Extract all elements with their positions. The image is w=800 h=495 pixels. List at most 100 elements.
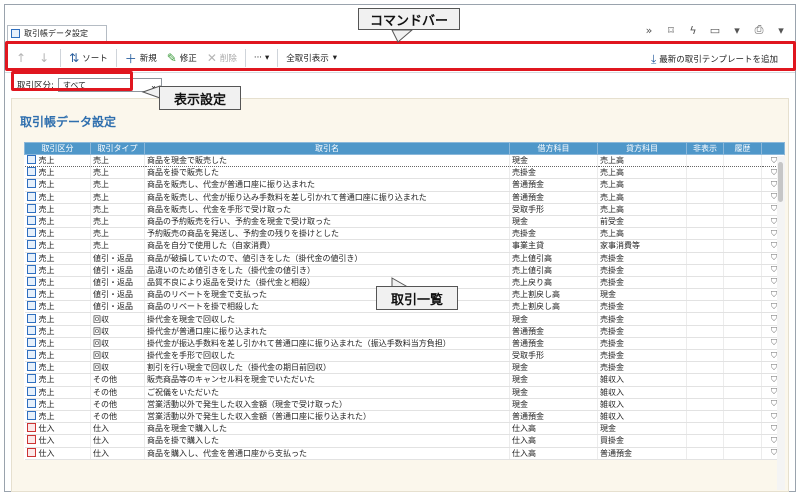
sales-icon <box>26 411 36 421</box>
table-row[interactable]: 仕入 仕入 商品を現金で購入した 仕入高 現金 ⛉ <box>24 422 785 436</box>
table-row[interactable]: 売上 回収 掛代金を現金で回収した 現金 売掛金 ⛉ <box>24 312 785 326</box>
cell-history <box>723 166 762 180</box>
cell-hidden[interactable] <box>686 178 724 192</box>
dropdown-icon[interactable]: ▾ <box>729 24 745 37</box>
cell-hidden[interactable] <box>686 191 724 204</box>
cell-hidden[interactable] <box>686 300 724 314</box>
cell-hidden[interactable] <box>686 386 724 399</box>
cell-category: 仕入 <box>24 447 91 460</box>
column-header[interactable]: 貸方科目 <box>597 142 687 155</box>
table-row[interactable]: 売上 売上 商品を販売し、代金が振り込み手数料を差し引かれて普通口座に振り込まれた普… <box>24 191 785 204</box>
delete-button[interactable]: ✕ 削除 <box>202 47 242 69</box>
column-header[interactable]: 取引名 <box>144 142 510 155</box>
table-row[interactable]: 仕入 仕入 商品を掛で購入した 仕入高 買掛金 ⛉ <box>24 434 785 448</box>
cell-hidden[interactable] <box>686 434 724 448</box>
cell-hidden[interactable] <box>686 203 724 216</box>
table-row[interactable]: 売上 売上 商品を現金で販売した 現金 売上高 ⛉ <box>24 153 785 168</box>
table-row[interactable]: 売上 その他 ご祝儀をいただいた 現金 雑収入 ⛉ <box>24 386 785 399</box>
show-all-button[interactable]: 全取引表示 ▾ <box>281 47 342 69</box>
category-label: 売上 <box>38 363 55 373</box>
sales-icon <box>26 350 36 360</box>
cell-hidden[interactable] <box>686 447 724 460</box>
table-row[interactable]: 売上 売上 商品を販売し、代金が普通口座に振り込まれた 普通預金 売上高 ⛉ <box>24 178 785 192</box>
cell-debit-account: 仕入高 <box>509 422 598 436</box>
cell-hidden[interactable] <box>686 153 724 168</box>
category-label: 売上 <box>38 204 55 214</box>
cell-hidden[interactable] <box>686 288 724 302</box>
cell-credit-account: 売掛金 <box>597 337 687 351</box>
table-row[interactable]: 売上 その他 販売商品等のキャンセル料を現金でいただいた 現金 雑収入 ⛉ <box>24 373 785 387</box>
sales-icon <box>26 386 36 396</box>
table-row[interactable]: 売上 回収 掛代金を手形で回収した 受取手形 売掛金 ⛉ <box>24 349 785 363</box>
table-row[interactable]: 売上 回収 割引を行い現金で回収した（掛代金の期日前回収） 現金 売掛金 ⛉ <box>24 361 785 375</box>
document-tab[interactable]: 取引帳データ設定 <box>7 25 107 41</box>
cell-transaction-type: 売上 <box>90 203 145 216</box>
cell-hidden[interactable] <box>686 410 724 424</box>
cell-hidden[interactable] <box>686 166 724 180</box>
scrollbar-thumb[interactable] <box>778 162 783 202</box>
category-select[interactable]: すべて ⌄ <box>57 78 162 92</box>
table-row[interactable]: 売上 値引・返品 商品が破損していたので、値引きをした（掛代金の値引き） 売上値引高売… <box>24 252 785 265</box>
category-label: 売上 <box>38 192 55 202</box>
cell-credit-account: 売上高 <box>597 153 687 168</box>
cell-hidden[interactable] <box>686 276 724 290</box>
cell-history <box>723 386 762 399</box>
table-row[interactable]: 売上 売上 商品の予約販売を行い、予約金を現金で受け取った 現金 前受金 ⛉ <box>24 215 785 229</box>
move-down-button[interactable]: ↓ <box>34 47 57 69</box>
cell-hidden[interactable] <box>686 373 724 387</box>
new-button[interactable]: ＋新規 <box>120 47 162 69</box>
cell-hidden[interactable] <box>686 349 724 363</box>
column-header[interactable]: 取引区分 <box>24 142 91 155</box>
cell-hidden[interactable] <box>686 361 724 375</box>
page-title: 取引帳データ設定 <box>20 115 117 129</box>
column-header[interactable]: 非表示 <box>686 142 724 155</box>
cell-transaction-name: 掛代金が振込手数料を差し引かれて普通口座に振り込まれた（振込手数料当方負担） <box>144 337 510 351</box>
arrow-up-icon: ↑ <box>16 51 27 65</box>
vertical-scrollbar[interactable] <box>777 156 785 490</box>
category-label: 売上 <box>38 253 55 263</box>
column-header[interactable]: 取引タイプ <box>90 142 145 155</box>
table-row[interactable]: 売上 売上 商品を掛で販売した 売掛金 売上高 ⛉ <box>24 166 785 180</box>
sales-icon <box>26 252 36 262</box>
cell-hidden[interactable] <box>686 264 724 277</box>
cell-hidden[interactable] <box>686 422 724 436</box>
cell-transaction-name: 商品を自分で使用した（自家消費） <box>144 239 510 253</box>
pin-icon[interactable]: » <box>641 24 657 37</box>
more-button[interactable]: ··· ▾ <box>249 47 274 69</box>
cell-hidden[interactable] <box>686 239 724 253</box>
toolbar-separator <box>244 49 246 67</box>
bookmark-icon[interactable]: ⌑ <box>663 24 679 37</box>
table-row[interactable]: 売上 その他 営業活動以外で発生した収入金額（現金で受け取った） 現金 雑収入 ⛉ <box>24 398 785 411</box>
cell-debit-account: 現金 <box>509 373 598 387</box>
cell-hidden[interactable] <box>686 252 724 265</box>
table-row[interactable]: 売上 回収 掛代金が振込手数料を差し引かれて普通口座に振り込まれた（振込手数料当方負… <box>24 337 785 351</box>
cell-history <box>723 239 762 253</box>
sort-button[interactable]: ⇅ ソート <box>64 47 113 69</box>
add-template-button[interactable]: ⤓ 最新の取引テンプレートを追加 <box>646 48 783 70</box>
table-row[interactable]: 売上 売上 予約販売の商品を発送し、予約金の残りを掛けとした 売掛金 売上高 ⛉ <box>24 227 785 241</box>
print-icon[interactable]: ⎙ <box>751 23 767 37</box>
lightning-icon[interactable]: ϟ <box>685 24 701 37</box>
sales-icon <box>26 179 36 189</box>
table-row[interactable]: 売上 値引・返品 品違いのため値引きをした（掛代金の値引き） 売上値引高 売掛金 ⛉ <box>24 264 785 277</box>
cell-hidden[interactable] <box>686 312 724 326</box>
column-header[interactable]: 借方科目 <box>509 142 598 155</box>
table-row[interactable]: 売上 売上 商品を販売し、代金を手形で受け取った 受取手形 売上高 ⛉ <box>24 203 785 216</box>
cell-transaction-type: 売上 <box>90 153 145 168</box>
table-row[interactable]: 売上 回収 掛代金が普通口座に振り込まれた 普通預金 売掛金 ⛉ <box>24 325 785 338</box>
move-up-button[interactable]: ↑ <box>11 47 34 69</box>
cell-hidden[interactable] <box>686 227 724 241</box>
cell-hidden[interactable] <box>686 337 724 351</box>
table-row[interactable]: 売上 売上 商品を自分で使用した（自家消費） 事業主貸 家事消費等 ⛉ <box>24 239 785 253</box>
table-row[interactable]: 売上 その他 営業活動以外で発生した収入金額（普通口座に振り込まれた） 普通預金 雑収入… <box>24 410 785 424</box>
table-row[interactable]: 仕入 仕入 商品を購入し、代金を普通口座から支払った 仕入高 普通預金 ⛉ <box>24 447 785 460</box>
cell-hidden[interactable] <box>686 325 724 338</box>
edit-button[interactable]: ✎ 修正 <box>162 47 202 69</box>
cell-transaction-type: 売上 <box>90 178 145 192</box>
dropdown-icon[interactable]: ▾ <box>773 24 789 37</box>
cell-hidden[interactable] <box>686 398 724 411</box>
cell-hidden[interactable] <box>686 215 724 229</box>
column-header[interactable]: 履歴 <box>723 142 762 155</box>
delete-label: 削除 <box>219 54 237 64</box>
window-icon[interactable]: ▭ <box>707 24 723 37</box>
